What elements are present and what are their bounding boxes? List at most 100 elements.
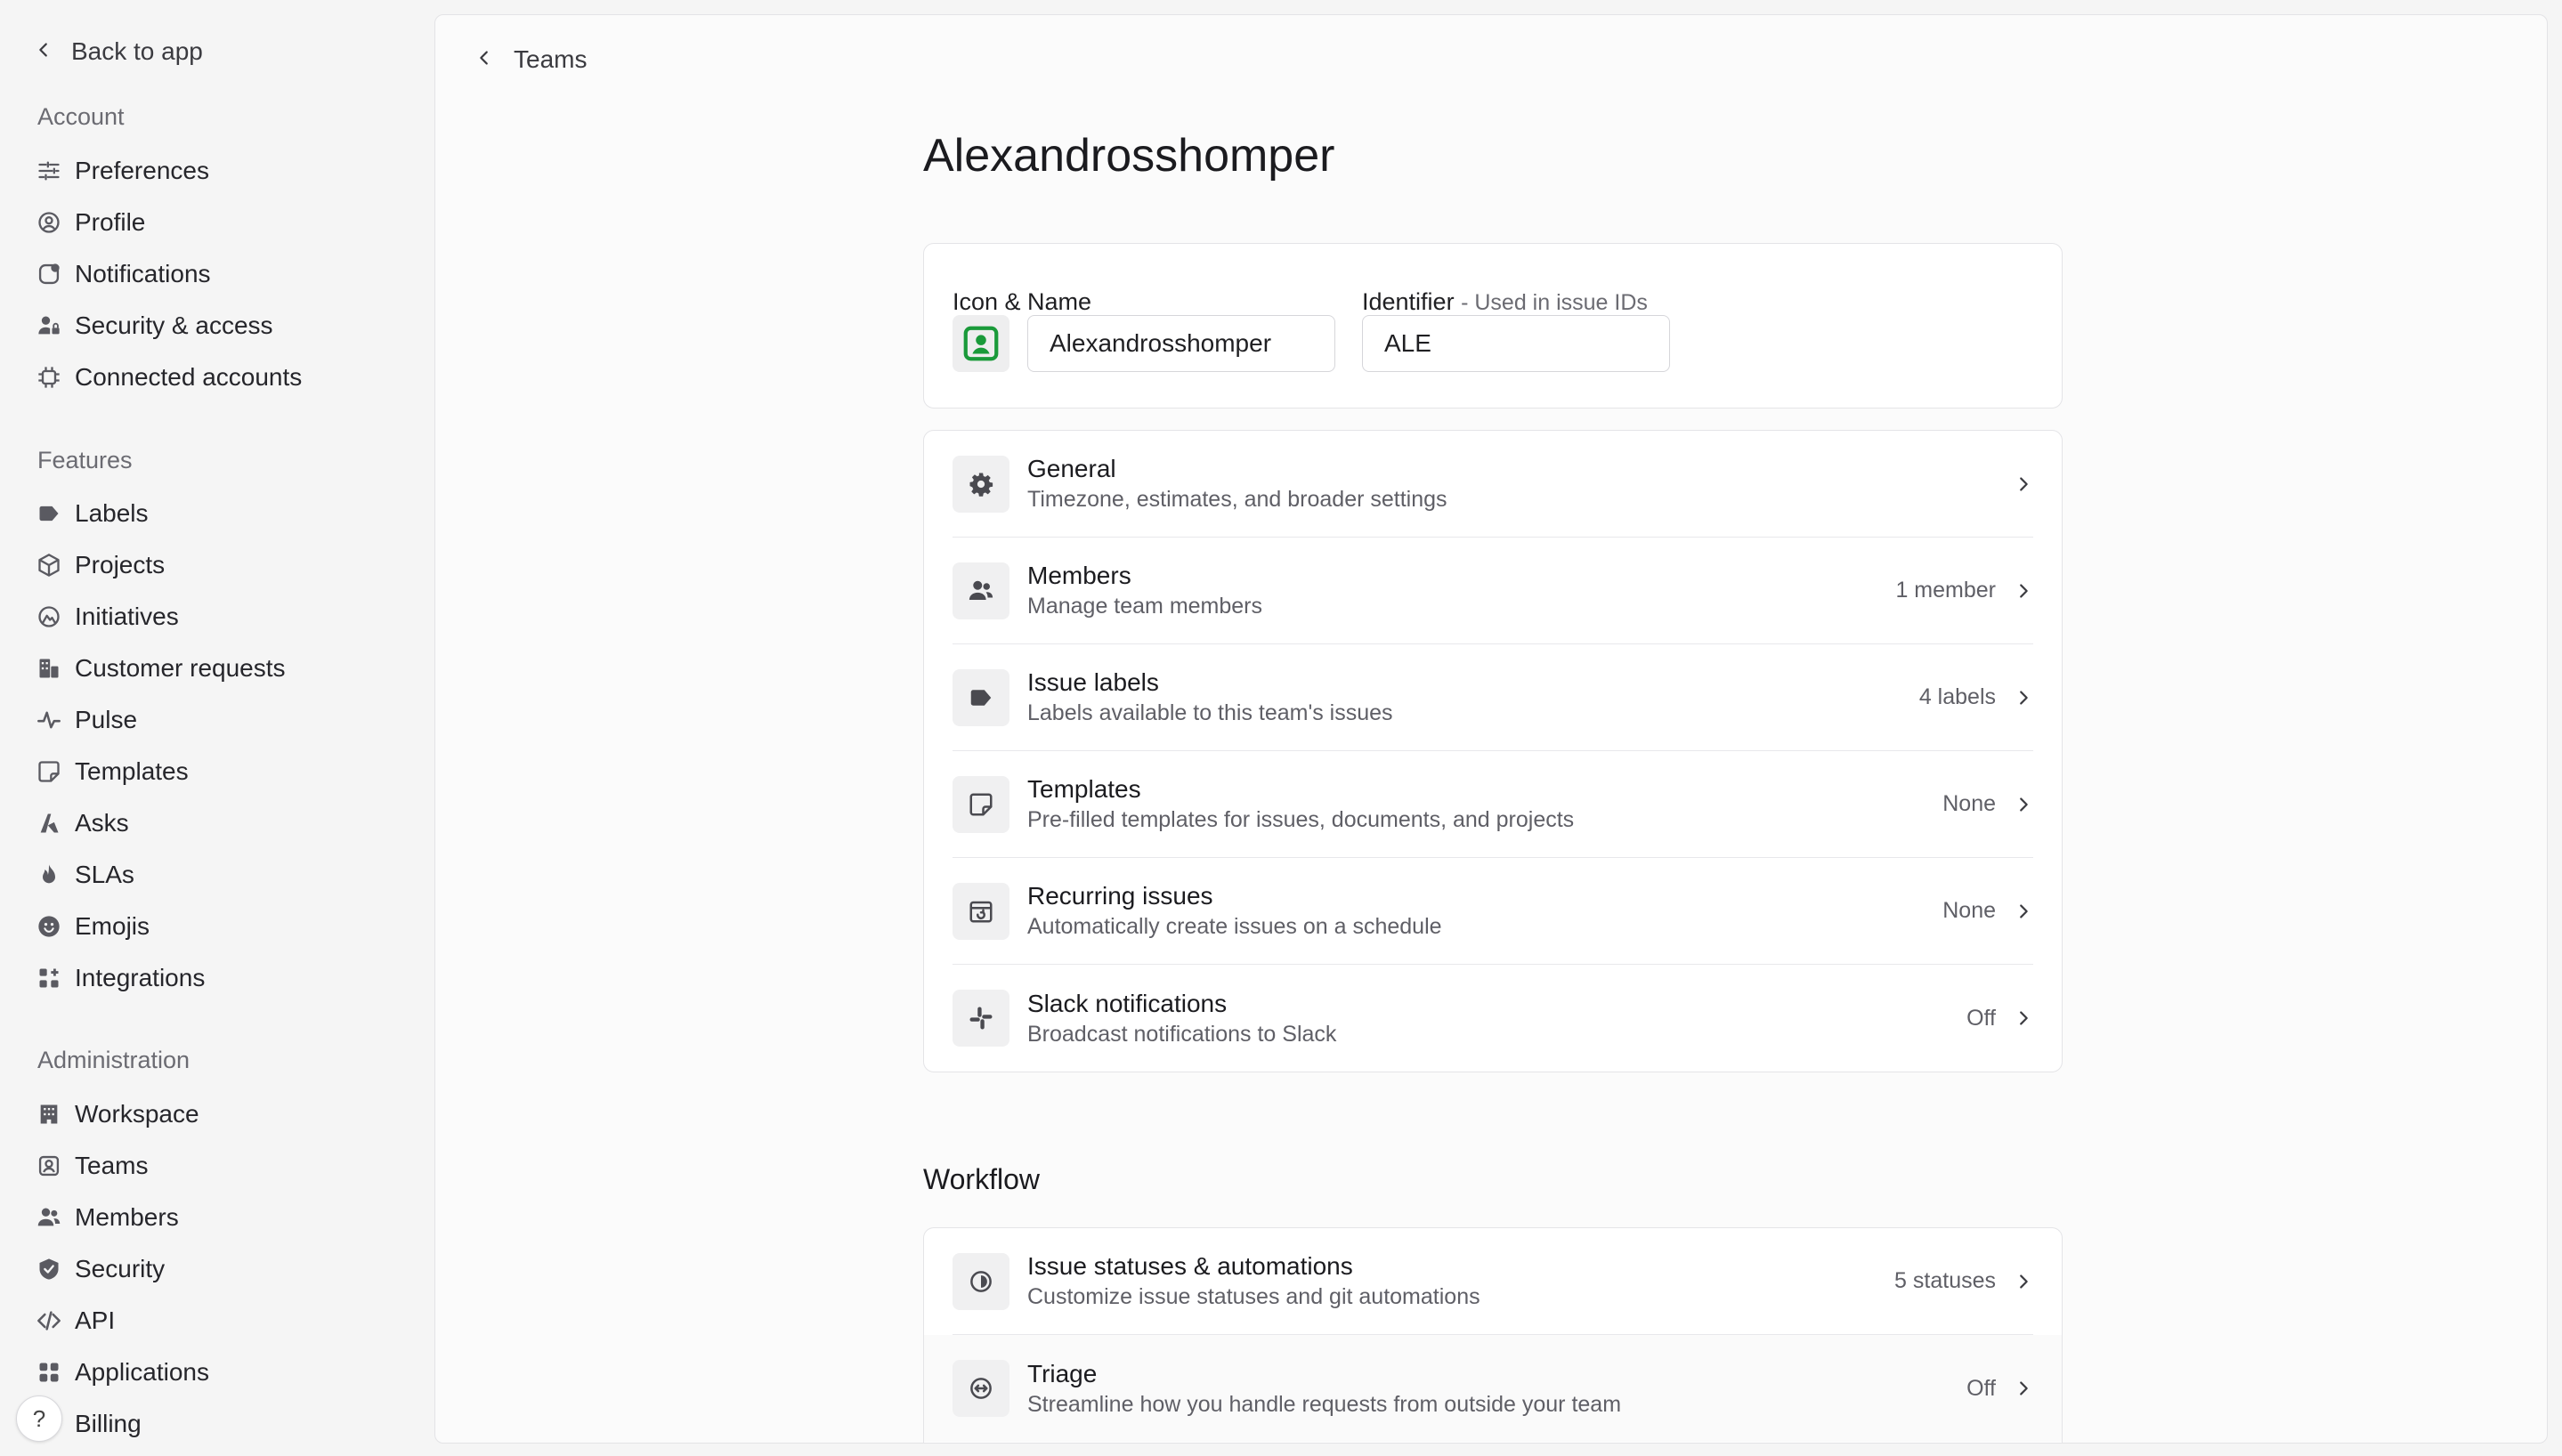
sidebar-item-api[interactable]: API	[36, 1300, 115, 1341]
team-settings-panel: Teams Alexandrosshomper Icon & Name Iden…	[434, 14, 2548, 1444]
chevron-left-icon	[34, 37, 53, 66]
sidebar-item-label: Pulse	[75, 706, 138, 733]
settings-row-issue-labels[interactable]: Issue labels Labels available to this tea…	[953, 644, 2033, 751]
sidebar-item-label: Billing	[75, 1410, 142, 1437]
sidebar-item-workspace[interactable]: Workspace	[36, 1094, 199, 1135]
chevron-right-icon	[2020, 797, 2028, 812]
sidebar-item-asks[interactable]: Asks	[36, 803, 129, 844]
sidebar-item-initiatives[interactable]: Initiatives	[36, 596, 179, 637]
chevron-right-icon	[2020, 690, 2028, 705]
tag-icon	[36, 500, 62, 527]
row-value: Off	[1966, 1375, 1996, 1401]
sidebar-item-label: Applications	[75, 1358, 209, 1386]
template-icon	[953, 775, 1009, 833]
sidebar-item-slas[interactable]: SLAs	[36, 854, 134, 895]
sidebar-item-label: Security & access	[75, 311, 273, 339]
sidebar-item-label: Integrations	[75, 964, 206, 991]
grid-plus-icon	[36, 965, 62, 991]
settings-row-general[interactable]: General Timezone, estimates, and broader …	[953, 431, 2033, 538]
sidebar-item-preferences[interactable]: Preferences	[36, 150, 209, 191]
sidebar-item-integrations[interactable]: Integrations	[36, 958, 205, 999]
team-badge-icon	[36, 1153, 62, 1179]
row-title: Slack notifications	[1027, 989, 1228, 1017]
settings-row-issue-statuses[interactable]: Issue statuses & automations Customize is…	[953, 1228, 2033, 1335]
settings-row-templates[interactable]: Templates Pre-filled templates for issues…	[953, 751, 2033, 858]
sidebar-item-pulse[interactable]: Pulse	[36, 700, 137, 740]
sidebar-item-label: Customer requests	[75, 654, 286, 682]
settings-row-triage[interactable]: Triage Streamline how you handle requests…	[924, 1335, 2062, 1442]
breadcrumb-label: Teams	[514, 45, 588, 73]
sidebar-item-templates[interactable]: Templates	[36, 751, 189, 792]
row-value: None	[1942, 791, 1996, 816]
chevron-right-icon	[2020, 1274, 2028, 1289]
chevron-right-icon	[2020, 583, 2028, 598]
sidebar-item-applications[interactable]: Applications	[36, 1352, 209, 1393]
team-name-input[interactable]	[1027, 315, 1335, 372]
sidebar-item-label: Labels	[75, 499, 149, 527]
team-settings-list: General Timezone, estimates, and broader …	[923, 430, 2063, 1072]
sidebar-item-teams[interactable]: Teams	[36, 1145, 148, 1186]
identifier-label-group: Identifier - Used in issue IDs	[1362, 288, 1648, 316]
sidebar-item-label: Members	[75, 1203, 179, 1231]
sidebar-item-profile[interactable]: Profile	[36, 202, 145, 243]
chevron-right-icon	[2020, 1011, 2028, 1025]
half-circle-icon	[953, 1252, 1009, 1310]
sidebar-item-label: Initiatives	[75, 603, 179, 630]
row-value: 5 statuses	[1894, 1268, 1996, 1293]
sliders-icon	[36, 158, 62, 184]
team-icon-picker[interactable]	[953, 315, 1009, 372]
row-title: General	[1027, 455, 1116, 482]
sidebar-item-label: SLAs	[75, 861, 134, 888]
breadcrumb-teams[interactable]: Teams	[474, 42, 587, 77]
sidebar-item-emojis[interactable]: Emojis	[36, 906, 150, 947]
row-description: Manage team members	[1027, 594, 1263, 619]
sidebar-item-customer-requests[interactable]: Customer requests	[36, 648, 286, 689]
row-title: Issue statuses & automations	[1027, 1252, 1353, 1280]
sidebar-item-label: Connected accounts	[75, 363, 303, 391]
row-value: Off	[1966, 1005, 1996, 1031]
team-identifier-input[interactable]	[1362, 315, 1670, 372]
sidebar-item-label: Preferences	[75, 157, 209, 184]
code-icon	[36, 1307, 62, 1334]
notification-icon	[36, 261, 62, 287]
sidebar-item-label: Profile	[75, 208, 146, 236]
sidebar-item-security[interactable]: Security	[36, 1249, 165, 1290]
sidebar-item-label: Asks	[75, 809, 129, 837]
users-icon	[953, 562, 1009, 619]
help-button[interactable]: ?	[16, 1395, 62, 1442]
row-title: Triage	[1027, 1359, 1098, 1387]
back-to-app-label: Back to app	[71, 37, 203, 65]
slack-icon	[953, 990, 1009, 1047]
row-description: Broadcast notifications to Slack	[1027, 1021, 1337, 1047]
sidebar-item-connected-accounts[interactable]: Connected accounts	[36, 357, 302, 398]
settings-row-members[interactable]: Members Manage team members 1 member	[953, 538, 2033, 644]
settings-row-recurring-issues[interactable]: Recurring issues Automatically create iss…	[953, 858, 2033, 965]
icon-name-label: Icon & Name	[953, 288, 1092, 315]
smiley-icon	[36, 913, 62, 940]
row-title: Issue labels	[1027, 668, 1159, 696]
back-to-app-link[interactable]: Back to app	[34, 34, 203, 69]
users-icon	[36, 1204, 62, 1231]
sidebar-item-projects[interactable]: Projects	[36, 545, 165, 586]
sidebar-item-notifications[interactable]: Notifications	[36, 254, 211, 295]
sidebar-item-security-access[interactable]: Security & access	[36, 305, 273, 346]
administration-section-title: Administration	[37, 1047, 191, 1073]
settings-row-slack-notifications[interactable]: Slack notifications Broadcast notificatio…	[953, 965, 2033, 1072]
row-description: Timezone, estimates, and broader setting…	[1027, 487, 1447, 512]
settings-sidebar: Back to app Account Preferences Profile …	[0, 0, 434, 1456]
row-value: 1 member	[1895, 578, 1996, 603]
page-title: Alexandrosshomper	[923, 130, 1335, 182]
sidebar-item-label: API	[75, 1306, 116, 1334]
chevron-left-icon	[474, 45, 494, 74]
sidebar-item-members[interactable]: Members	[36, 1197, 179, 1238]
account-section-title: Account	[37, 103, 125, 130]
sidebar-item-label: Teams	[75, 1152, 149, 1179]
sidebar-item-label: Security	[75, 1255, 166, 1282]
sidebar-item-labels[interactable]: Labels	[36, 493, 149, 534]
row-description: Labels available to this team's issues	[1027, 700, 1393, 725]
row-title: Recurring issues	[1027, 882, 1213, 910]
pulse-icon	[36, 707, 62, 733]
chevron-right-icon	[2020, 476, 2028, 491]
row-value: 4 labels	[1918, 684, 1996, 709]
tag-icon	[953, 668, 1009, 726]
